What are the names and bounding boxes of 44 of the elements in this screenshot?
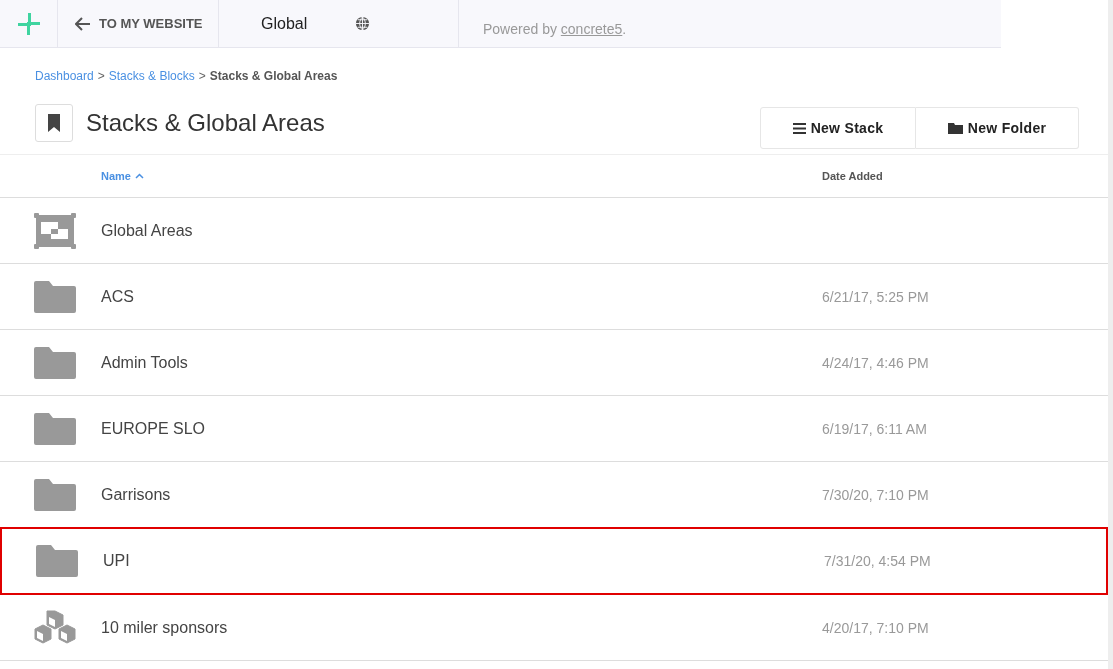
row-date: 6/19/17, 6:11 AM <box>822 420 927 437</box>
row-date: 7/31/20, 4:54 PM <box>824 553 931 569</box>
row-name: ACS <box>101 287 135 306</box>
column-header[interactable]: Date Added <box>822 170 883 182</box>
global-area-icon <box>34 212 76 249</box>
breadcrumb-separator: > <box>198 69 206 83</box>
folder-icon <box>947 122 963 134</box>
row-name: Admin Tools <box>101 353 189 372</box>
table-row[interactable]: 10 miler sponsors 4/20/17, 7:10 PM <box>0 595 1108 661</box>
row-date: 4/24/17, 4:46 PM <box>822 354 929 371</box>
arrow-left-icon <box>75 16 91 31</box>
row-name: EUROPE SLO <box>101 419 207 438</box>
page-title: Stacks & Global Areas <box>86 109 326 137</box>
table-row[interactable]: Global Areas <box>0 198 1108 264</box>
folder-icon <box>34 412 76 445</box>
table-row[interactable]: EUROPE SLO 6/19/17, 6:11 AM <box>0 396 1108 462</box>
breadcrumb-separator: > <box>97 69 105 83</box>
sort-ascending-icon[interactable] <box>134 173 144 179</box>
folder-icon <box>34 346 76 379</box>
row-name: 10 miler sponsors <box>101 618 229 637</box>
globe-icon[interactable] <box>355 16 371 31</box>
list-icon <box>792 122 806 134</box>
cubes-icon <box>34 609 76 646</box>
back-to-website-link[interactable]: TO MY WEBSITE <box>58 0 219 47</box>
row-name: Global Areas <box>101 221 194 240</box>
table-row[interactable]: Garrisons 7/30/20, 7:10 PM <box>0 462 1108 528</box>
table-row[interactable]: ACS 6/21/17, 5:25 PM <box>0 264 1108 330</box>
highlighted-row[interactable]: UPI 7/31/20, 4:54 PM <box>0 527 1108 595</box>
table-row[interactable]: Admin Tools 4/24/17, 4:46 PM <box>0 330 1108 396</box>
row-date: 6/21/17, 5:25 PM <box>822 288 929 305</box>
locale-label[interactable]: Global <box>261 14 308 33</box>
row-date: 4/20/17, 7:10 PM <box>822 619 929 636</box>
new-folder-button[interactable]: New Folder <box>916 107 1079 149</box>
bookmark-icon <box>35 104 73 142</box>
plus-logo-icon[interactable] <box>15 10 42 37</box>
new-stack-button[interactable]: New Stack <box>760 107 916 149</box>
row-date: 7/30/20, 7:10 PM <box>822 486 929 503</box>
powered-by-text: Powered by concrete5. <box>483 21 627 37</box>
row-name: Garrisons <box>101 485 172 504</box>
folder-icon <box>36 545 78 577</box>
breadcrumb-current: Stacks & Global Areas <box>209 69 338 83</box>
row-name: UPI <box>103 552 131 570</box>
folder-icon <box>34 280 76 313</box>
folder-icon <box>34 478 76 511</box>
